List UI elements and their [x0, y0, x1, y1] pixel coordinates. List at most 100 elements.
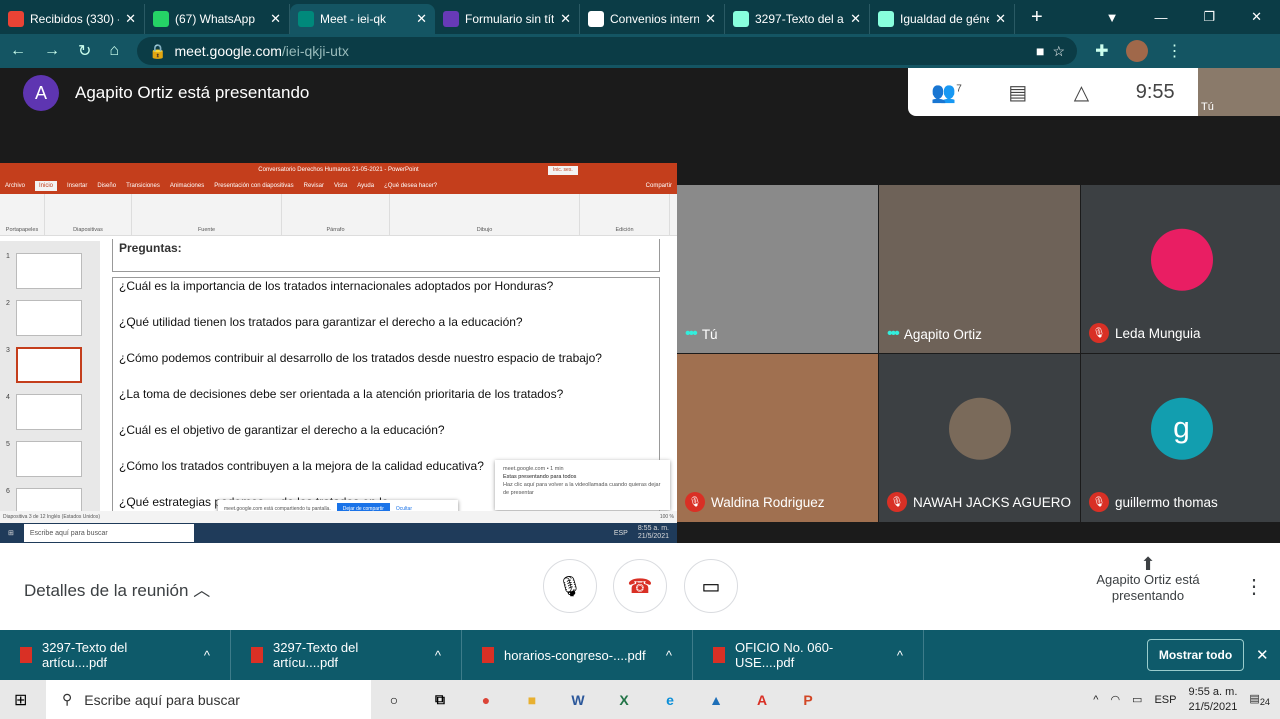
minimize-icon[interactable]: —: [1136, 10, 1185, 25]
ppt-menu-item[interactable]: Insertar: [67, 183, 87, 189]
task-view-icon[interactable]: ⧉: [417, 680, 463, 719]
clock[interactable]: 9:55 a. m. 21/5/2021: [1188, 685, 1237, 715]
close-tab-icon[interactable]: ✕: [416, 11, 427, 27]
cortana-icon[interactable]: ○: [371, 680, 417, 719]
wifi-icon[interactable]: ◠: [1110, 693, 1120, 706]
back-icon[interactable]: ←: [10, 42, 26, 60]
ppt-menu-item[interactable]: ¿Qué desea hacer?: [384, 183, 437, 189]
leave-call-button[interactable]: ☎: [613, 559, 667, 613]
chevron-up-icon[interactable]: ^: [1093, 694, 1098, 706]
chevron-up-icon[interactable]: ^: [435, 648, 441, 663]
ppt-menu-item[interactable]: Inicio: [35, 180, 58, 191]
mic-button[interactable]: 🎙: [543, 559, 597, 613]
ppt-menu-item[interactable]: Transiciones: [126, 183, 160, 189]
self-thumbnail[interactable]: Tú: [1198, 68, 1280, 116]
language-indicator[interactable]: ESP: [1154, 694, 1176, 706]
extension-icon[interactable]: ✚: [1095, 41, 1108, 61]
tab-6[interactable]: Igualdad de géne ✕: [870, 4, 1015, 34]
windows-icon: ⊞: [8, 530, 14, 537]
profile-avatar[interactable]: [1126, 40, 1149, 62]
presenter-status[interactable]: ⬆ Agapito Ortiz está presentando: [1088, 554, 1208, 604]
restore-icon[interactable]: ❐: [1185, 9, 1233, 25]
slide-thumbnail[interactable]: [16, 394, 82, 430]
download-item[interactable]: 3297-Texto del artícu....pdf ^: [0, 630, 231, 680]
participant-tile[interactable]: 🎙 Leda Munguia: [1081, 185, 1280, 353]
tab-3[interactable]: Formulario sin tít ✕: [435, 4, 580, 34]
windows-start-icon[interactable]: ⊞: [14, 690, 27, 710]
close-window-icon[interactable]: ✕: [1233, 9, 1280, 25]
forward-icon[interactable]: →: [44, 42, 60, 60]
camera-button[interactable]: ▭: [684, 559, 738, 613]
acrobat-icon[interactable]: A: [739, 680, 785, 719]
tab-search-icon[interactable]: ▼: [1088, 10, 1137, 25]
camera-icon[interactable]: ■: [1036, 43, 1044, 59]
present-icon: ⬆: [1140, 554, 1156, 574]
photos-icon[interactable]: ▲: [693, 680, 739, 719]
tab-1[interactable]: (67) WhatsApp ✕: [145, 4, 290, 34]
activities-icon[interactable]: △: [1074, 80, 1089, 105]
powerpoint-icon[interactable]: P: [785, 680, 831, 719]
more-options-icon[interactable]: ⋮: [1244, 574, 1264, 599]
tab-4[interactable]: Convenios intern ✕: [580, 4, 725, 34]
participant-tile[interactable]: ••• Agapito Ortiz: [879, 185, 1080, 353]
ppt-menu-item[interactable]: Ayuda: [357, 183, 374, 189]
ppt-share-button[interactable]: Compartir: [646, 183, 672, 189]
show-all-button[interactable]: Mostrar todo: [1147, 639, 1244, 671]
tab-2[interactable]: Meet - iei-qk ✕: [290, 4, 435, 34]
ppt-menu-item[interactable]: Presentación con diapositivas: [214, 183, 293, 189]
participant-tile[interactable]: 🎙 NAWAH JACKS AGUERO: [879, 354, 1080, 522]
ppt-signin-button[interactable]: Inic. ses.: [548, 166, 578, 175]
participant-tile[interactable]: ••• Tú: [677, 185, 878, 353]
participant-tile[interactable]: 🎙 Waldina Rodriguez: [677, 354, 878, 522]
chrome-icon[interactable]: ●: [463, 680, 509, 719]
ppt-menu-item[interactable]: Revisar: [304, 183, 324, 189]
close-tab-icon[interactable]: ✕: [850, 11, 861, 27]
ribbon-group-label: Edición: [615, 227, 634, 233]
new-tab-button[interactable]: +: [1015, 6, 1059, 29]
chevron-up-icon[interactable]: ^: [666, 648, 672, 663]
excel-icon[interactable]: X: [601, 680, 647, 719]
shared-lang: ESP: [613, 529, 628, 537]
reload-icon[interactable]: ↻: [78, 41, 91, 61]
close-tab-icon[interactable]: ✕: [560, 11, 571, 27]
notifications-icon[interactable]: ▤24: [1249, 692, 1270, 707]
close-icon[interactable]: ✕: [1256, 646, 1269, 664]
people-button[interactable]: 👥7: [931, 80, 961, 105]
participant-tile[interactable]: g 🎙 guillermo thomas: [1081, 354, 1280, 522]
ribbon-group: Edición: [580, 194, 670, 235]
tab-0[interactable]: Recibidos (330) - ✕: [0, 4, 145, 34]
download-item[interactable]: OFICIO No. 060-USE....pdf ^: [693, 630, 924, 680]
taskbar-search[interactable]: ⚲ Escribe aquí para buscar: [46, 680, 371, 719]
download-item[interactable]: 3297-Texto del artícu....pdf ^: [231, 630, 462, 680]
download-item[interactable]: horarios-congreso-....pdf ^: [462, 630, 693, 680]
slide-thumbnail[interactable]: [16, 253, 82, 289]
slide-thumbnail[interactable]: [16, 300, 82, 336]
slide-thumbnail[interactable]: [16, 347, 82, 383]
battery-icon[interactable]: ▭: [1132, 693, 1142, 706]
file-explorer-icon[interactable]: ■: [509, 680, 555, 719]
tab-5[interactable]: 3297-Texto del a ✕: [725, 4, 870, 34]
close-tab-icon[interactable]: ✕: [270, 11, 281, 27]
meeting-details-button[interactable]: Detalles de la reunión ︿: [24, 576, 210, 601]
ppt-menu-item[interactable]: Vista: [334, 183, 347, 189]
home-icon[interactable]: ⌂: [109, 42, 119, 60]
close-tab-icon[interactable]: ✕: [125, 11, 136, 27]
thumb-number: 4: [6, 394, 10, 401]
chevron-up-icon[interactable]: ^: [897, 648, 903, 663]
ppt-menu-item[interactable]: Diseño: [97, 183, 116, 189]
slide-thumbnail[interactable]: [16, 441, 82, 477]
word-icon[interactable]: W: [555, 680, 601, 719]
edge-icon[interactable]: e: [647, 680, 693, 719]
star-icon[interactable]: ☆: [1053, 43, 1066, 60]
close-tab-icon[interactable]: ✕: [705, 11, 716, 27]
ppt-menu-item[interactable]: Animaciones: [170, 183, 204, 189]
ppt-menu-item[interactable]: Archivo: [5, 183, 25, 189]
url-bar[interactable]: 🔒 meet.google.com/iei-qkji-utx ■ ☆: [137, 37, 1078, 65]
menu-icon[interactable]: ⋮: [1166, 41, 1182, 61]
chat-icon[interactable]: ▤: [1008, 80, 1027, 105]
video-camera-icon: ▭: [701, 575, 721, 598]
notification[interactable]: meet.google.com • 1 min Estas presentand…: [495, 460, 670, 510]
chevron-up-icon[interactable]: ^: [204, 648, 210, 663]
close-tab-icon[interactable]: ✕: [995, 11, 1006, 27]
search-icon: ⚲: [62, 691, 73, 707]
